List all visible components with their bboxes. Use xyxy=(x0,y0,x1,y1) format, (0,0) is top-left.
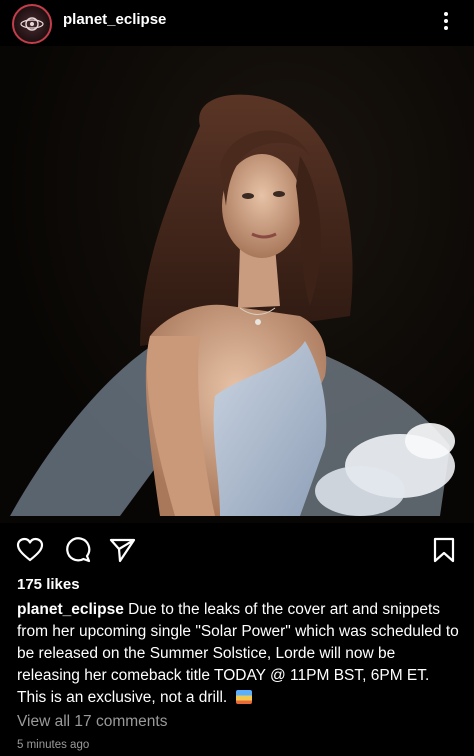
planet-logo-icon xyxy=(20,17,44,31)
post-timestamp: 5 minutes ago xyxy=(17,739,90,751)
beach-emoji-icon xyxy=(235,690,252,704)
send-icon[interactable] xyxy=(108,536,136,564)
more-vertical-icon[interactable] xyxy=(434,8,458,36)
post-actions xyxy=(0,530,474,570)
likes-count[interactable]: 175 likes xyxy=(17,576,80,593)
caption: planet_eclipse Due to the leaks of the c… xyxy=(17,599,462,709)
post-photo[interactable] xyxy=(0,46,474,523)
username[interactable]: planet_eclipse xyxy=(63,11,166,28)
bookmark-icon[interactable] xyxy=(430,536,458,564)
comment-icon[interactable] xyxy=(63,536,91,564)
caption-username[interactable]: planet_eclipse xyxy=(17,601,124,618)
avatar[interactable] xyxy=(12,4,52,44)
view-comments-link[interactable]: View all 17 comments xyxy=(17,713,167,731)
heart-icon[interactable] xyxy=(16,536,44,564)
post-header: planet_eclipse xyxy=(0,0,474,46)
